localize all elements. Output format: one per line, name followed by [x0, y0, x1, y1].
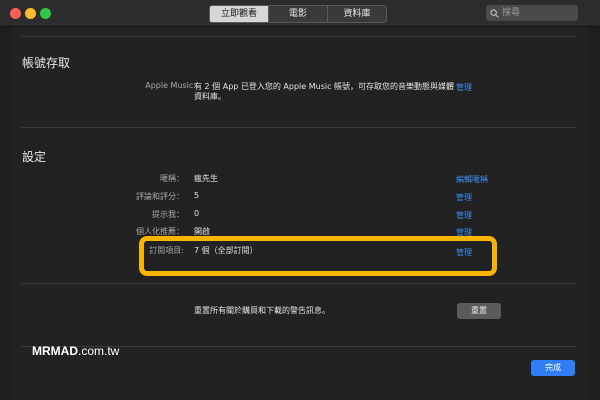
settings-title: 設定 [22, 150, 47, 164]
reviews-ratings-label: 評論和評分： [136, 192, 184, 201]
done-button[interactable]: 完成 [531, 360, 575, 376]
search-input[interactable] [502, 6, 572, 20]
tab-movies[interactable]: 電影 [269, 6, 328, 22]
watermark-brand: MRMAD [32, 344, 78, 358]
apple-music-text-line1: 有 2 個 App 已登入您的 Apple Music 帳號，可存取您的音樂動態… [194, 82, 455, 91]
reset-button[interactable]: 重置 [457, 303, 501, 319]
title-bar: 立即觀看 電影 資料庫 [0, 0, 600, 27]
zoom-window-button[interactable] [40, 8, 51, 19]
apple-music-label: Apple Music: [145, 81, 196, 90]
minimize-window-button[interactable] [25, 8, 36, 19]
search-icon [490, 8, 499, 18]
edit-nickname-link[interactable]: 編輯暱稱 [456, 174, 488, 185]
segmented-tabs: 立即觀看 電影 資料庫 [209, 5, 387, 23]
account-settings-panel: 帳號存取 Apple Music: 有 2 個 App 已登入您的 Apple … [11, 27, 589, 400]
divider [21, 127, 577, 128]
search-box[interactable] [486, 5, 578, 21]
apple-music-manage-link[interactable]: 管理 [456, 82, 472, 93]
reminders-label: 提示我： [152, 210, 184, 219]
close-window-button[interactable] [10, 8, 21, 19]
reminders-value: 0 [194, 209, 200, 218]
watermark-suffix: .com.tw [78, 344, 120, 358]
divider [21, 36, 577, 37]
tab-watch-now[interactable]: 立即觀看 [210, 6, 269, 22]
apple-music-text-line2: 資料庫。 [194, 92, 226, 101]
tab-library[interactable]: 資料庫 [328, 6, 386, 22]
reset-warnings-text: 重置所有關於購買和下載的警告訊息。 [194, 306, 330, 315]
account-access-title: 帳號存取 [22, 56, 71, 70]
nickname-label: 暱稱： [160, 174, 184, 183]
reviews-ratings-value: 5 [194, 191, 200, 200]
reviews-manage-link[interactable]: 管理 [456, 192, 472, 203]
subscriptions-highlight-box [139, 236, 497, 276]
reminders-manage-link[interactable]: 管理 [456, 210, 472, 221]
mrmad-watermark: MRMAD.com.tw [32, 344, 119, 358]
divider [21, 283, 577, 284]
nickname-value: 瘋先生 [194, 174, 218, 183]
